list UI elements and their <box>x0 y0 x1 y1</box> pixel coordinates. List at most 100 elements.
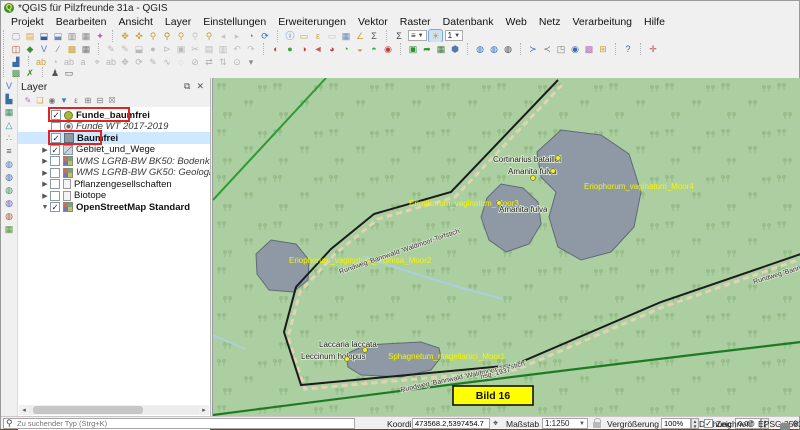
filter-legend-icon[interactable]: ▼ <box>59 96 70 106</box>
panel-close-icon[interactable]: ✕ <box>193 81 207 92</box>
open-layer-styling-icon[interactable]: ✎ <box>23 96 34 106</box>
new-print-layout-icon[interactable]: ▥ <box>66 30 79 42</box>
layer-labeling-icon[interactable]: ab <box>35 56 48 68</box>
python-console-icon[interactable]: ≻ <box>527 43 540 55</box>
measure-line-icon[interactable]: ∠ <box>354 30 367 42</box>
scale-combobox[interactable]: 1:1250▼ <box>542 418 588 429</box>
menu-einstellungen[interactable]: Einstellungen <box>197 16 272 28</box>
messages-icon[interactable] <box>780 423 790 430</box>
cut-features-icon[interactable]: ✂ <box>189 43 202 55</box>
layer-item-gebiet-und-wege[interactable]: ▶✓Gebiet_und_Wege <box>18 144 210 156</box>
render-checkbox[interactable]: ✓ <box>704 419 713 428</box>
zoom-next-icon[interactable]: ▸ <box>231 30 244 42</box>
menu-ansicht[interactable]: Ansicht <box>112 16 158 28</box>
bookmark-combo-icon[interactable]: 1▼ <box>445 30 463 41</box>
expander-icon[interactable]: ▶ <box>40 157 50 165</box>
browser-vector-icon[interactable]: V <box>3 80 16 92</box>
overlay-union-icon[interactable]: ● <box>284 43 297 55</box>
label-move-icon[interactable]: ✥ <box>119 56 132 68</box>
map-canvas[interactable]: Eriophorum_vaginatum_Moor3 Eriophorum_va… <box>212 78 800 416</box>
label-swap-icon[interactable]: ⇄ <box>203 56 216 68</box>
new-shapefile-layer-icon[interactable]: V <box>38 43 51 55</box>
label-change-icon[interactable]: ✎ <box>147 56 160 68</box>
hscroll-thumb[interactable] <box>33 406 143 414</box>
data-source-manager-icon[interactable]: ◫ <box>10 43 23 55</box>
open-project-icon[interactable]: ▤ <box>24 30 37 42</box>
zoom-out-icon[interactable]: ⚲ <box>161 30 174 42</box>
label-toolbar-3-icon[interactable]: ab <box>63 56 76 68</box>
remove-layer-icon[interactable]: ☒ <box>107 96 118 106</box>
label-menu-icon[interactable]: ▾ <box>245 56 258 68</box>
save-project-icon[interactable]: ⬓ <box>38 30 51 42</box>
paste-features-icon[interactable]: ▥ <box>217 43 230 55</box>
layer-visibility-checkbox[interactable] <box>51 122 61 132</box>
temporal-controller-icon[interactable]: ◔ <box>245 30 258 42</box>
metasearch-icon[interactable]: ◍ <box>474 43 487 55</box>
label-curved-icon[interactable]: ∿ <box>161 56 174 68</box>
html-export-icon[interactable]: ◳ <box>555 43 568 55</box>
layer-visibility-checkbox[interactable]: ✓ <box>50 202 60 212</box>
manage-map-themes-icon[interactable]: ◉ <box>47 96 58 106</box>
expander-icon[interactable]: ▼ <box>40 204 50 211</box>
pan-to-selection-icon[interactable]: ✜ <box>133 30 146 42</box>
add-wms-layer-icon[interactable]: ◍ <box>3 184 16 196</box>
layer-item-baumfrei[interactable]: ✓Baumfrei <box>18 132 210 144</box>
magnifier-spinner[interactable]: ▲▼ <box>691 418 699 429</box>
zoom-to-layer-icon[interactable]: ⚲ <box>203 30 216 42</box>
menu-erweiterungen[interactable]: Erweiterungen <box>272 16 352 28</box>
filter-by-expression-icon[interactable]: ε <box>71 96 82 106</box>
expander-icon[interactable]: ▶ <box>40 146 50 154</box>
add-spatialite-layer-icon[interactable]: ◍ <box>3 158 16 170</box>
overlay-dissolve-icon[interactable]: ◉ <box>382 43 395 55</box>
add-group-icon[interactable]: ❏ <box>35 96 46 106</box>
layer-item-wms-lgrb-bw-bk50-bodenkarte-[interactable]: ▶WMS LGRB-BW BK50: Bodenkarte 1 : 50 000… <box>18 155 210 167</box>
menu-datenbank[interactable]: Datenbank <box>437 16 500 28</box>
extents-tracking-icon[interactable]: ⌖ <box>493 418 498 429</box>
label-toolbar-4-icon[interactable]: a <box>77 56 90 68</box>
raster-calculator-icon[interactable]: ▦ <box>80 43 93 55</box>
layer-item-biotope[interactable]: ▶Biotope <box>18 190 210 202</box>
add-mesh-layer-icon[interactable]: △ <box>3 119 16 131</box>
processing-sum-icon[interactable]: Σ <box>393 30 406 42</box>
layer-item-funde-baumfrei[interactable]: ✓Funde_baumfrei <box>18 109 210 121</box>
toggle-editing-icon[interactable]: ✎ <box>119 43 132 55</box>
panel-float-icon[interactable]: ⧉ <box>181 81 193 92</box>
magnifier-input[interactable] <box>661 418 691 429</box>
label-center-icon[interactable]: ⊙ <box>231 56 244 68</box>
add-postgis-layer-icon[interactable]: ◍ <box>3 171 16 183</box>
layer-item-pflanzengesellschaften[interactable]: ▶Pflanzengesellschaften <box>18 178 210 190</box>
menu-layer[interactable]: Layer <box>159 16 197 28</box>
web-services-icon[interactable]: ◍ <box>502 43 515 55</box>
overlay-erase-icon[interactable]: ◄ <box>312 43 325 55</box>
add-delimited-text-layer-icon[interactable]: ≡ <box>3 145 16 157</box>
layout-manager-icon[interactable]: ▦ <box>80 30 93 42</box>
layer-panel-hscrollbar[interactable]: ◂ ▸ <box>19 405 209 415</box>
expander-icon[interactable]: ▶ <box>40 192 50 200</box>
coordinate-input[interactable] <box>412 418 490 429</box>
zoom-last-icon[interactable]: ◂ <box>217 30 230 42</box>
label-highlight-icon[interactable]: ab <box>105 56 118 68</box>
field-calculator-icon[interactable]: ▩ <box>66 43 79 55</box>
layout-runner-icon[interactable]: ▣ <box>407 43 420 55</box>
add-virtual-layer-icon[interactable]: ▦ <box>3 223 16 235</box>
zoom-full-icon[interactable]: ⚲ <box>175 30 188 42</box>
menu-bearbeiten[interactable]: Bearbeiten <box>50 16 113 28</box>
overlay-clip-icon[interactable]: ◑ <box>298 43 311 55</box>
menu-hilfe[interactable]: Hilfe <box>638 16 671 28</box>
layer-item-openstreetmap-standard[interactable]: ▼✓OpenStreetMap Standard <box>18 201 210 213</box>
refresh-map-icon[interactable]: ⟳ <box>259 30 272 42</box>
osm-downloader-icon[interactable]: ➦ <box>421 43 434 55</box>
new-geopackage-layer-icon[interactable]: ◆ <box>24 43 37 55</box>
hscroll-left-arrow[interactable]: ◂ <box>19 406 29 414</box>
menu-projekt[interactable]: Projekt <box>5 16 50 28</box>
add-vector-layer-icon[interactable]: ▙ <box>3 93 16 105</box>
locator-search-input[interactable] <box>3 418 355 429</box>
zoom-to-selection-icon[interactable]: ⚲ <box>189 30 202 42</box>
identify-features-icon[interactable]: ⓘ <box>284 30 297 42</box>
overlay-difference-icon[interactable]: ◐ <box>270 43 283 55</box>
help-contents-icon[interactable]: ? <box>622 43 635 55</box>
menu-raster[interactable]: Raster <box>394 16 437 28</box>
undo-icon[interactable]: ↶ <box>231 43 244 55</box>
database-manager-icon[interactable]: ⬢ <box>449 43 462 55</box>
layer-visibility-checkbox[interactable] <box>50 156 60 166</box>
